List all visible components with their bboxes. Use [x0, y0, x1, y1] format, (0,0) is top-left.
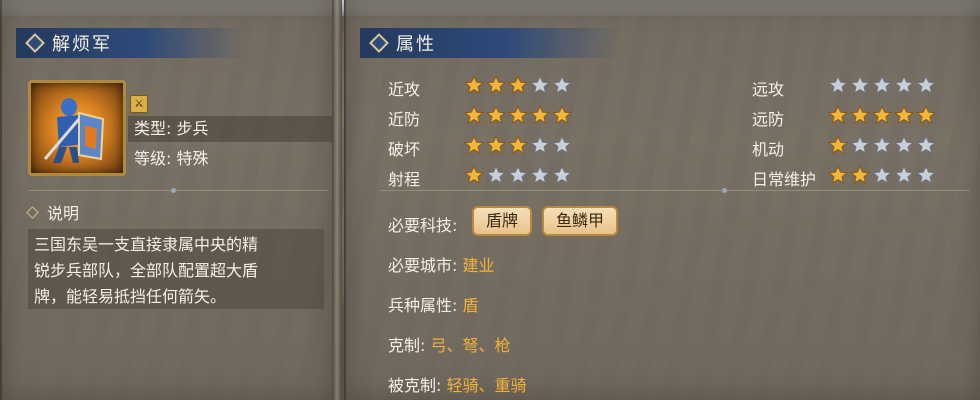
star-empty-icon: [850, 135, 870, 154]
star-empty-icon: [486, 165, 506, 184]
star-empty-icon: [916, 135, 936, 154]
star-filled-icon: [464, 165, 484, 184]
star-empty-icon: [530, 135, 550, 154]
stat-label-ranged-defense: 远防: [752, 110, 785, 129]
unit-name: 解烦军: [52, 34, 112, 55]
stars-melee-attack: [464, 75, 572, 95]
countered-by-label: 被克制:: [388, 376, 442, 395]
star-filled-icon: [464, 75, 484, 94]
attributes-heading: 属性: [396, 34, 436, 55]
required-tech-label: 必要科技:: [388, 216, 458, 235]
bullet-icon: [26, 205, 39, 219]
separator-dot: [171, 188, 176, 193]
description-heading: 说明: [26, 200, 80, 224]
description-line: 牌，能轻易抵挡任何箭矢。: [34, 287, 227, 306]
star-empty-icon: [530, 75, 550, 94]
star-empty-icon: [894, 165, 914, 184]
star-empty-icon: [552, 165, 572, 184]
stat-label-melee-attack: 近攻: [388, 80, 421, 99]
star-filled-icon: [916, 105, 936, 124]
star-filled-icon: [894, 105, 914, 124]
unit-portrait: [28, 80, 126, 176]
star-empty-icon: [916, 75, 936, 94]
counters-label: 克制:: [388, 336, 426, 355]
star-filled-icon: [464, 105, 484, 124]
counters-row: 克制: 弓、弩、枪: [388, 332, 511, 356]
counters-value: 弓、弩、枪: [430, 336, 511, 355]
star-filled-icon: [828, 135, 848, 154]
star-empty-icon: [916, 165, 936, 184]
stat-label-mobility: 机动: [752, 140, 785, 159]
star-filled-icon: [486, 105, 506, 124]
star-empty-icon: [850, 75, 870, 94]
star-empty-icon: [828, 75, 848, 94]
star-empty-icon: [872, 75, 892, 94]
unit-class-row: 兵种属性: 盾: [388, 292, 479, 316]
star-empty-icon: [894, 75, 914, 94]
stat-label-ranged-attack: 远攻: [752, 80, 785, 99]
star-filled-icon: [828, 165, 848, 184]
required-city-value: 建业: [462, 256, 495, 275]
countered-by-value: 轻骑、重骑: [446, 376, 527, 395]
stat-label-upkeep: 日常维护: [752, 170, 817, 189]
star-empty-icon: [508, 165, 528, 184]
star-empty-icon: [552, 75, 572, 94]
unit-name-ribbon: 解烦军: [16, 28, 246, 58]
stars-range: [464, 165, 572, 185]
star-filled-icon: [508, 135, 528, 154]
left-separator: [28, 190, 328, 191]
attributes-ribbon: 属性: [360, 28, 620, 58]
stat-label-siege: 破坏: [388, 140, 421, 159]
stars-ranged-defense: [828, 105, 936, 125]
star-empty-icon: [530, 165, 550, 184]
panel-divider: [332, 0, 342, 400]
star-filled-icon: [872, 105, 892, 124]
star-filled-icon: [828, 105, 848, 124]
diamond-icon: [25, 33, 45, 53]
required-city-label: 必要城市:: [388, 256, 458, 275]
unit-type: 类型: 步兵: [128, 116, 333, 142]
required-city-row: 必要城市: 建业: [388, 252, 495, 276]
diamond-icon: [369, 33, 389, 53]
description-line: 三国东吴一支直接隶属中央的精: [34, 235, 259, 254]
tech-item-shield[interactable]: 盾牌: [472, 206, 533, 236]
stars-ranged-attack: [828, 75, 936, 95]
countered-by-row: 被克制: 轻骑、重骑: [388, 372, 527, 396]
star-filled-icon: [850, 165, 870, 184]
star-filled-icon: [850, 105, 870, 124]
stars-siege: [464, 135, 572, 155]
stars-melee-defense: [464, 105, 572, 125]
star-empty-icon: [894, 135, 914, 154]
star-empty-icon: [872, 165, 892, 184]
stars-upkeep: [828, 165, 936, 185]
separator-dot: [722, 188, 727, 193]
unit-grade: 等级: 特殊: [134, 149, 209, 168]
star-filled-icon: [552, 105, 572, 124]
star-filled-icon: [508, 75, 528, 94]
right-separator: [380, 190, 970, 191]
shield-soldier-icon: [43, 98, 105, 163]
star-empty-icon: [872, 135, 892, 154]
star-filled-icon: [508, 105, 528, 124]
unit-class-label: 兵种属性:: [388, 296, 458, 315]
star-filled-icon: [530, 105, 550, 124]
stat-label-melee-defense: 近防: [388, 110, 421, 129]
sword-icon[interactable]: ⚔: [130, 95, 148, 113]
description-line: 锐步兵部队，全部队配置超大盾: [34, 261, 259, 280]
description-text: 三国东吴一支直接隶属中央的精 锐步兵部队，全部队配置超大盾 牌，能轻易抵挡任何箭…: [28, 229, 324, 309]
stars-mobility: [828, 135, 936, 155]
star-filled-icon: [486, 135, 506, 154]
unit-class-value: 盾: [462, 296, 479, 315]
stat-label-range: 射程: [388, 170, 421, 189]
star-empty-icon: [552, 135, 572, 154]
tech-item-scale-armor[interactable]: 鱼鳞甲: [542, 206, 619, 236]
description-heading-text: 说明: [47, 204, 80, 223]
star-filled-icon: [464, 135, 484, 154]
star-filled-icon: [486, 75, 506, 94]
